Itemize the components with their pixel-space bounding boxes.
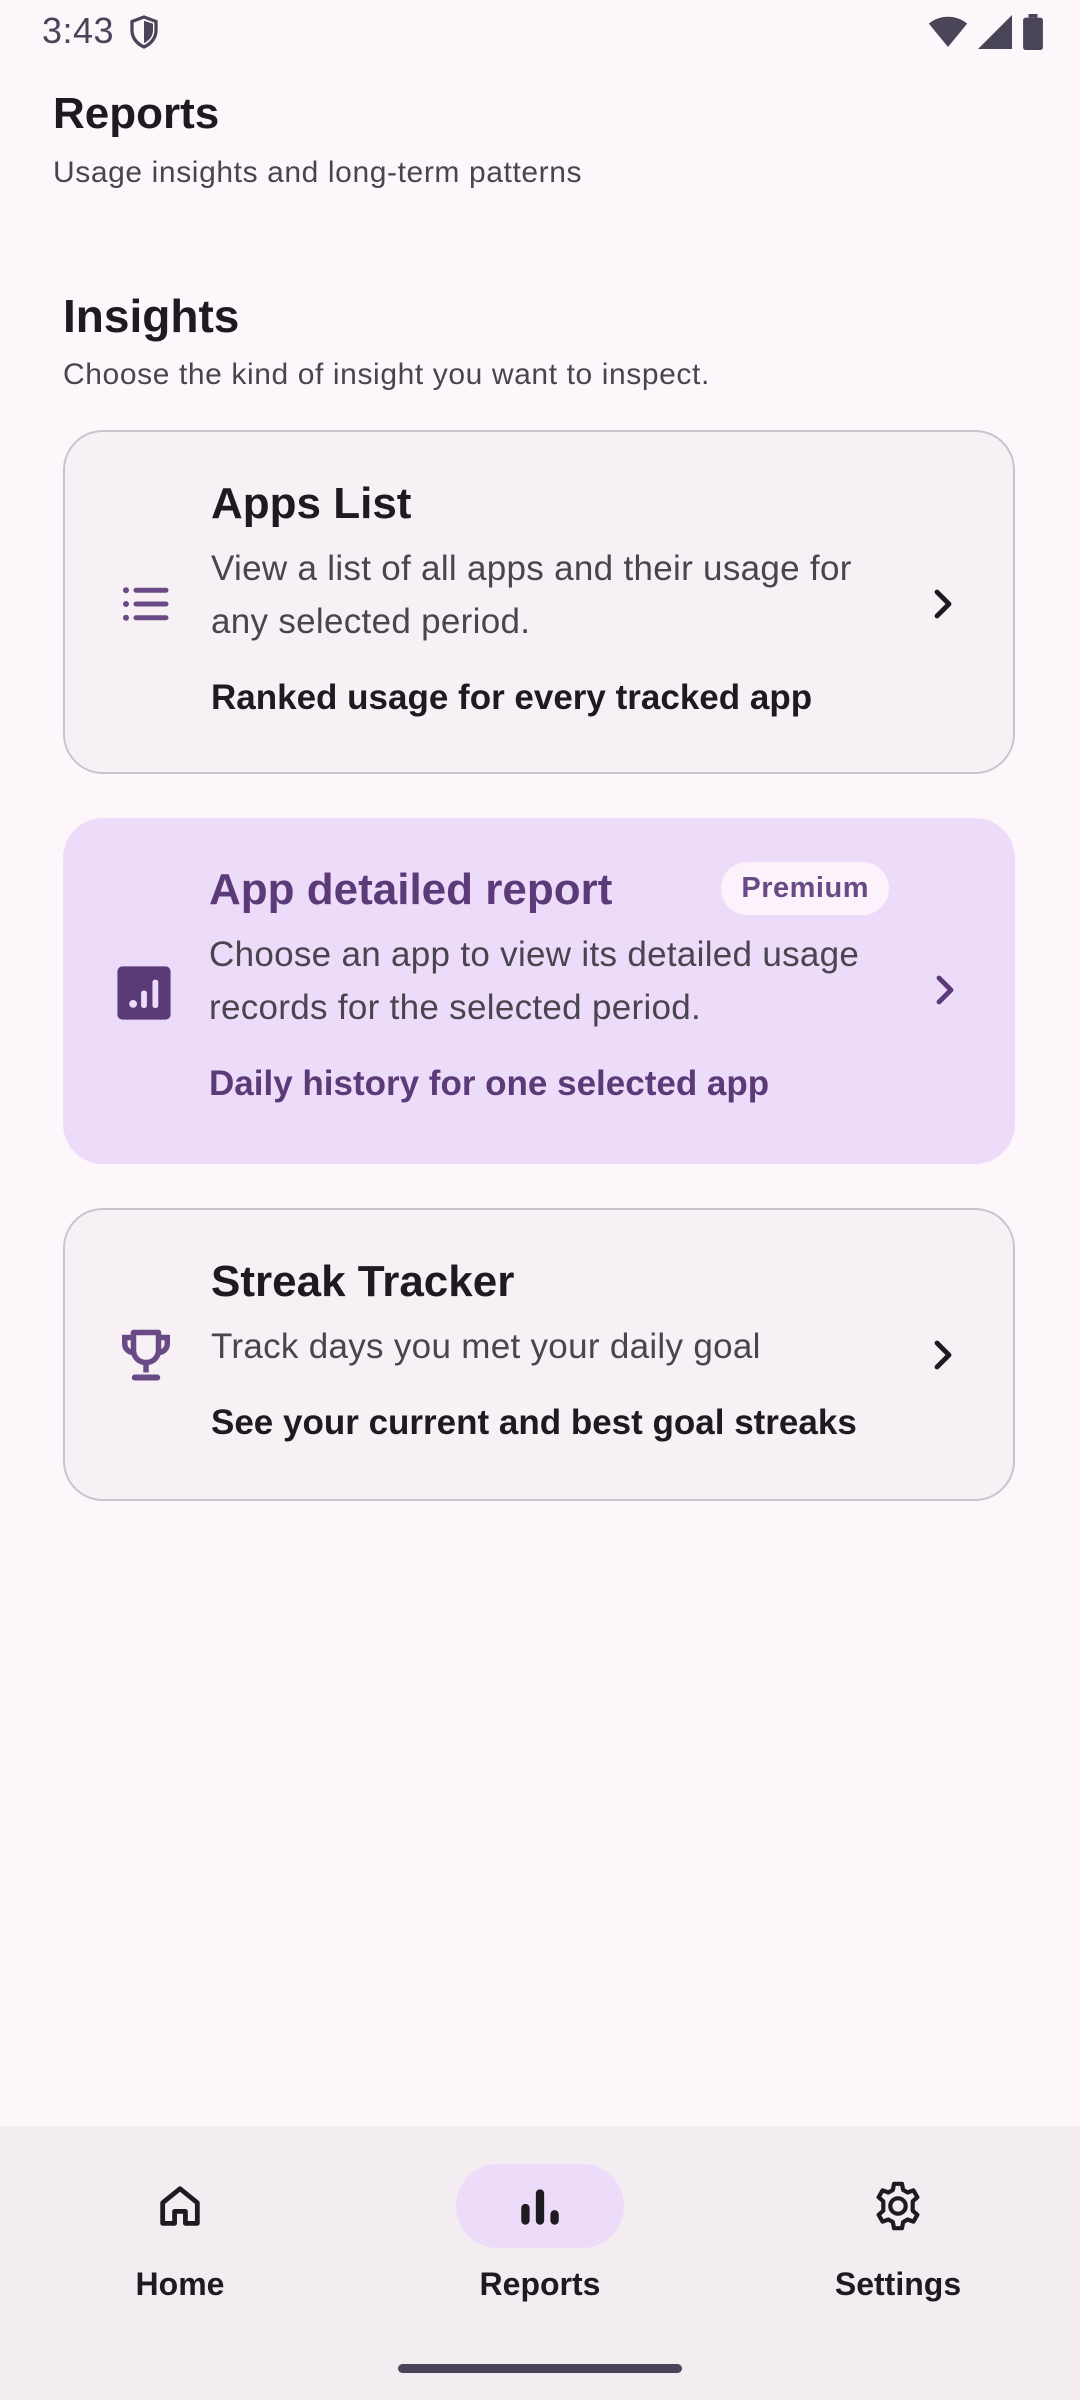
nav-item-home[interactable]: Home — [50, 2164, 310, 2303]
chevron-right-icon — [934, 1340, 952, 1370]
battery-icon — [1023, 14, 1043, 50]
nav-label: Reports — [479, 2266, 601, 2302]
section-title: Insights — [63, 290, 240, 342]
home-icon — [160, 2186, 200, 2226]
card-footer: Ranked usage for every tracked app — [211, 678, 813, 717]
wifi-icon — [928, 16, 968, 47]
page-subtitle: Usage insights and long-term patterns — [53, 156, 583, 189]
shield-icon — [130, 15, 158, 49]
card-footer: See your current and best goal streaks — [211, 1403, 857, 1442]
card-title: Apps List — [211, 479, 412, 528]
list-icon — [115, 573, 177, 635]
apps-list-card[interactable]: Apps List View a list of all apps and th… — [63, 430, 1015, 774]
chevron-right-icon — [934, 589, 952, 619]
status-icons — [928, 14, 1044, 50]
page-title: Reports — [53, 89, 220, 138]
section-subtitle: Choose the kind of insight you want to i… — [63, 358, 710, 391]
streak-tracker-card[interactable]: Streak Tracker Track days you met your d… — [63, 1208, 1015, 1501]
trophy-icon — [115, 1324, 177, 1386]
nav-pill — [814, 2164, 982, 2248]
card-description: Choose an app to view its detailed usage… — [209, 935, 860, 1027]
nav-item-settings[interactable]: Settings — [768, 2164, 1028, 2303]
bar-chart-icon — [521, 2189, 559, 2225]
gear-icon — [876, 2181, 920, 2231]
page-header: Reports Usage insights and long-term pat… — [53, 88, 582, 190]
nav-label: Settings — [834, 2266, 962, 2302]
bottom-navigation: Home Reports Settings — [0, 2126, 1080, 2400]
premium-badge: Premium — [721, 862, 889, 915]
nav-label: Home — [135, 2266, 225, 2302]
bar-chart-icon — [113, 962, 175, 1024]
app-detailed-report-card[interactable]: App detailed report Choose an app to vie… — [63, 818, 1015, 1164]
nav-pill-active — [456, 2164, 624, 2248]
status-bar: 3:43 — [0, 0, 1080, 62]
gesture-bar[interactable] — [398, 2364, 682, 2373]
chevron-right-icon — [936, 975, 954, 1005]
card-description: Track days you met your daily goal — [211, 1327, 761, 1366]
nav-pill — [96, 2164, 264, 2248]
nav-item-reports[interactable]: Reports — [410, 2164, 670, 2303]
cellular-signal-icon — [978, 15, 1012, 49]
status-time: 3:43 — [42, 10, 115, 51]
card-footer: Daily history for one selected app — [209, 1064, 770, 1103]
card-title: Streak Tracker — [211, 1257, 515, 1306]
card-description: View a list of all apps and their usage … — [211, 549, 852, 641]
